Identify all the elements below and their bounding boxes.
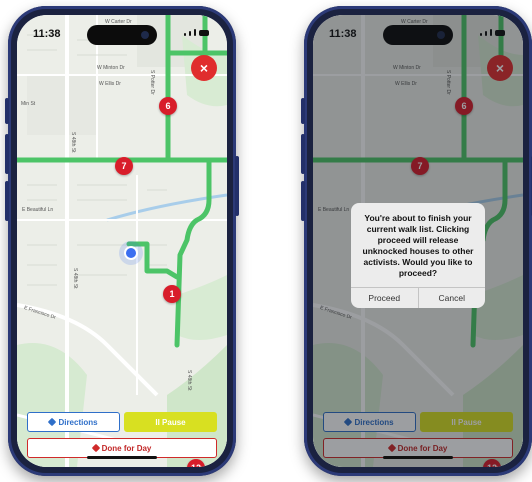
street-label: E Beautiful Ln <box>22 207 54 213</box>
action-row: Directions II Pause <box>27 412 217 432</box>
directions-button[interactable]: Directions <box>27 412 120 432</box>
current-location-dot <box>124 246 138 260</box>
cancel-button[interactable]: Cancel <box>417 288 486 308</box>
stop-icon <box>91 443 100 453</box>
street-label: S 48th St <box>70 132 76 153</box>
phone-side-button <box>5 134 9 174</box>
house-marker[interactable]: 1 <box>163 285 181 303</box>
home-indicator <box>87 456 157 459</box>
close-button[interactable]: × <box>191 55 217 81</box>
dialog-actions: Proceed Cancel <box>351 287 485 308</box>
street-label: W Ellis Dr <box>99 81 121 87</box>
street-label: W Minton Dr <box>97 65 125 71</box>
phone-right: 11:38 × W Carter Dr W Minton Dr W Ellis … <box>301 6 532 476</box>
street-label: S Potter Dr <box>149 70 155 95</box>
dynamic-island <box>87 25 157 45</box>
confirm-dialog: You're about to finish your current walk… <box>351 203 485 308</box>
house-marker[interactable]: 6 <box>159 97 177 115</box>
done-for-day-button[interactable]: Done for Day <box>27 438 217 458</box>
street-label: S 48th St <box>186 370 192 391</box>
status-time: 11:38 <box>33 28 61 40</box>
phone-side-button <box>5 181 9 221</box>
done-label: Done for Day <box>101 443 152 453</box>
app-screen: 11:38 × W Carter Dr W Minton Dr W Ellis … <box>17 15 227 467</box>
home-indicator <box>383 456 453 459</box>
street-label: Min St <box>21 101 36 107</box>
phone-side-button <box>5 98 9 124</box>
directions-label: Directions <box>58 417 98 427</box>
camera <box>141 31 149 39</box>
house-marker[interactable]: 7 <box>115 157 133 175</box>
map-view[interactable] <box>17 15 227 467</box>
navigate-icon <box>48 417 57 427</box>
proceed-button[interactable]: Proceed <box>351 288 418 308</box>
phone-power-button <box>235 156 239 216</box>
phone-side-button <box>301 134 305 174</box>
street-label: S 48th St <box>72 268 78 289</box>
dialog-message: You're about to finish your current walk… <box>362 213 474 278</box>
phone-side-button <box>301 98 305 124</box>
pause-label: II Pause <box>155 417 186 427</box>
phone-left: 11:38 × W Carter Dr W Minton Dr W Ellis … <box>5 6 239 476</box>
status-icons <box>184 29 209 36</box>
phone-side-button <box>301 181 305 221</box>
app-screen: 11:38 × W Carter Dr W Minton Dr W Ellis … <box>313 15 523 467</box>
pause-button[interactable]: II Pause <box>124 412 217 432</box>
